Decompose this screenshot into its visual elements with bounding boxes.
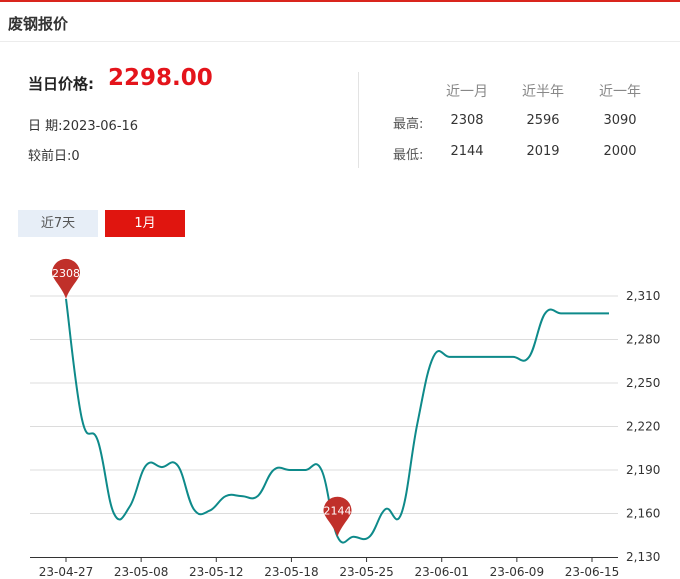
change-row: 较前日:0 [28,145,80,164]
x-axis: 23-04-27 23-05-08 23-05-12 23-05-18 23-05-25… [30,557,619,579]
x-tick-label: 23-05-25 [339,565,393,579]
page-title: 废钢报价 [8,15,69,33]
summary-divider [358,72,359,168]
stat-high-halfyear: 2596 [526,113,560,128]
stat-header-year: 近一年 [599,84,641,100]
price-value: 2298.00 [108,65,213,91]
y-axis: 2,130 2,160 2,190 2,220 2,250 2,280 2,310 [626,289,660,564]
stat-low-month: 2144 [450,144,484,159]
date-value: 2023-06-16 [62,119,139,134]
stat-header-month: 近一月 [446,84,488,100]
price-label: 当日价格: [28,75,94,93]
y-tick-label: 2,190 [626,463,660,477]
x-tick-label: 23-05-18 [264,565,318,579]
y-tick-label: 2,280 [626,333,660,347]
y-tick-label: 2,160 [626,507,660,521]
marker-label: 2308 [52,267,80,280]
marker-label: 2144 [324,505,352,518]
date-label: 日 期: [28,119,63,134]
x-tick-label: 23-04-27 [39,565,93,579]
stat-label-low: 最低: [393,148,424,163]
x-tick-label: 23-06-01 [414,565,468,579]
date-row: 日 期:2023-06-16 [28,115,138,134]
y-tick-label: 2,130 [626,550,660,564]
change-value: 0 [71,149,80,164]
y-tick-label: 2,250 [626,376,660,390]
x-tick-label: 23-06-15 [565,565,619,579]
stat-low-halfyear: 2019 [526,144,560,159]
x-tick-label: 23-05-08 [114,565,168,579]
x-tick-label: 23-05-12 [189,565,243,579]
tab-1-month[interactable]: 1月 [105,210,185,237]
x-tick-label: 23-06-09 [490,565,544,579]
y-tick-label: 2,220 [626,420,660,434]
header-bar: 废钢报价 [0,0,680,42]
price-line-chart: 23-04-27 23-05-08 23-05-12 23-05-18 23-05-25… [30,258,660,579]
stat-high-month: 2308 [450,113,484,128]
change-label: 较前日: [28,149,72,164]
stat-high-year: 3090 [603,113,637,128]
tab-7-days[interactable]: 近7天 [18,210,98,237]
stat-header-halfyear: 近半年 [522,84,564,100]
stat-low-year: 2000 [603,144,637,159]
y-tick-label: 2,310 [626,289,660,303]
marker-layer: 2308 2144 [52,258,352,537]
stat-label-high: 最高: [393,117,424,132]
